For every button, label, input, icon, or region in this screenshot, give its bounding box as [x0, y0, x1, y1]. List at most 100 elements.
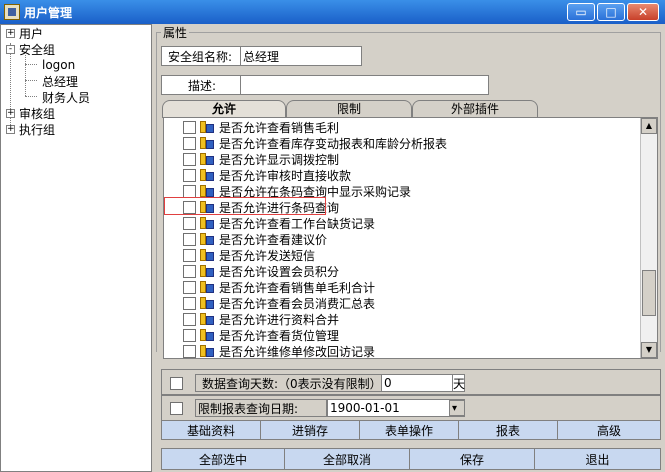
- scroll-up-button[interactable]: ▲: [641, 118, 657, 134]
- date-value: 1900-01-01: [330, 401, 400, 415]
- permission-label: 是否允许查看销售毛利: [219, 120, 340, 135]
- permission-label: 是否允许查看建议价: [219, 232, 328, 247]
- date-input[interactable]: 1900-01-01: [327, 399, 465, 417]
- tree-node-label: 财务人员: [42, 90, 91, 105]
- permission-icon: [198, 344, 216, 358]
- permission-label: 是否允许查看销售单毛利合计: [219, 280, 376, 295]
- permission-checkbox[interactable]: [183, 280, 196, 294]
- tree-node-finance-staff[interactable]: 财务人员: [42, 89, 90, 105]
- expand-icon[interactable]: +: [6, 124, 15, 134]
- permission-checkbox[interactable]: [183, 264, 196, 278]
- tree-node-label: 审核组: [19, 106, 56, 121]
- permission-checkbox[interactable]: [183, 232, 196, 246]
- selected-row-highlight: [164, 197, 326, 215]
- days-limit-checkbox[interactable]: [170, 377, 183, 390]
- permission-icon: [198, 232, 216, 246]
- permission-tabs: 允许 限制 外部插件: [162, 100, 660, 118]
- tree-node-logon[interactable]: logon: [42, 57, 75, 73]
- permission-label: 是否允许查看库存变动报表和库龄分析报表: [219, 136, 448, 151]
- permission-label: 是否允许设置会员积分: [219, 264, 340, 279]
- permission-icon: [198, 296, 216, 310]
- permission-item[interactable]: 是否允许查看库存变动报表和库龄分析报表: [183, 135, 447, 151]
- permission-item[interactable]: 是否允许查看会员消费汇总表: [183, 295, 375, 311]
- permission-label: 是否允许查看工作台缺货记录: [219, 216, 376, 231]
- expand-icon[interactable]: +: [6, 28, 15, 38]
- permission-icon: [198, 280, 216, 294]
- scroll-thumb[interactable]: [642, 270, 656, 316]
- tree-node-general-manager[interactable]: 总经理: [42, 73, 78, 89]
- collapse-icon[interactable]: -: [6, 44, 15, 54]
- permission-checkbox[interactable]: [183, 216, 196, 230]
- permission-list[interactable]: 是否允许查看销售毛利 是否允许查看库存变动报表和库龄分析报表 是否允许显示调拨控制是…: [163, 117, 658, 359]
- permission-checkbox[interactable]: [183, 152, 196, 166]
- permission-label: 是否允许审核时直接收款: [219, 168, 352, 183]
- group-name-input[interactable]: 总经理: [240, 46, 362, 66]
- permission-checkbox[interactable]: [183, 120, 196, 134]
- permission-icon: [198, 312, 216, 326]
- permission-icon: [198, 328, 216, 342]
- list-scrollbar[interactable]: ▲ ▼: [640, 118, 657, 358]
- permission-checkbox[interactable]: [183, 248, 196, 262]
- close-button[interactable]: ✕: [627, 3, 659, 21]
- tree-node-exec-group[interactable]: + 执行组: [6, 121, 55, 137]
- description-input[interactable]: [240, 75, 489, 95]
- exit-button[interactable]: 退出: [534, 448, 661, 470]
- tree-node-label: 安全组: [19, 42, 56, 57]
- permission-checkbox[interactable]: [183, 328, 196, 342]
- permission-checkbox[interactable]: [183, 136, 196, 150]
- permission-icon: [198, 264, 216, 278]
- advanced-button[interactable]: 高级: [557, 420, 661, 440]
- days-label: 数据查询天数:（0表示没有限制）: [195, 374, 383, 392]
- permission-item[interactable]: 是否允许查看销售单毛利合计: [183, 279, 375, 295]
- permission-label: 是否允许查看客户返修过期短信提示: [219, 359, 411, 360]
- basic-data-button[interactable]: 基础资料: [161, 420, 261, 440]
- form-ops-button[interactable]: 表单操作: [359, 420, 459, 440]
- inventory-button[interactable]: 进销存: [260, 420, 360, 440]
- permission-checkbox[interactable]: [183, 344, 196, 358]
- date-label: 限制报表查询日期:: [195, 399, 327, 417]
- permission-item[interactable]: 是否允许查看建议价: [183, 231, 327, 247]
- permission-item[interactable]: 是否允许发送短信: [183, 247, 315, 263]
- permission-item[interactable]: 是否允许查看工作台缺货记录: [183, 215, 375, 231]
- days-input[interactable]: 0: [381, 374, 453, 392]
- app-icon: [4, 4, 20, 20]
- permission-label: 是否允许显示调拨控制: [219, 152, 340, 167]
- group-tree[interactable]: + 用户 - 安全组 logon 总经理 财务人员 + 审核组 + 执行组: [0, 24, 152, 472]
- permission-item[interactable]: 是否允许进行资料合并: [183, 311, 339, 327]
- tab-allow[interactable]: 允许: [162, 100, 286, 118]
- select-all-button[interactable]: 全部选中: [161, 448, 285, 470]
- tree-node-security-groups[interactable]: - 安全组: [6, 41, 55, 57]
- permission-checkbox[interactable]: [183, 184, 196, 198]
- permission-item[interactable]: 是否允许审核时直接收款: [183, 167, 351, 183]
- date-limit-checkbox[interactable]: [170, 402, 183, 415]
- permission-label: 是否允许进行资料合并: [219, 312, 340, 327]
- save-button[interactable]: 保存: [409, 448, 535, 470]
- permission-item[interactable]: 是否允许设置会员积分: [183, 263, 339, 279]
- tab-restrict[interactable]: 限制: [286, 100, 412, 118]
- tree-node-review-group[interactable]: + 审核组: [6, 105, 55, 121]
- dropdown-arrow-icon[interactable]: ▾: [449, 400, 465, 416]
- permission-item[interactable]: 是否允许显示调拨控制: [183, 151, 339, 167]
- permission-checkbox[interactable]: [183, 168, 196, 182]
- permission-checkbox[interactable]: [183, 296, 196, 310]
- tree-node-label: logon: [42, 58, 76, 72]
- permission-item[interactable]: 是否允许维修单修改回访记录: [183, 343, 375, 358]
- permission-label: 是否允许发送短信: [219, 248, 316, 263]
- scroll-down-button[interactable]: ▼: [641, 342, 657, 358]
- minimize-button[interactable]: ▭: [567, 3, 595, 21]
- tree-node-users[interactable]: + 用户: [6, 25, 43, 41]
- deselect-all-button[interactable]: 全部取消: [284, 448, 410, 470]
- days-unit: 天: [452, 374, 465, 392]
- group-name-label: 安全组名称:: [161, 46, 241, 66]
- permission-item[interactable]: 是否允许查看销售毛利: [183, 119, 339, 135]
- maximize-button[interactable]: □: [597, 3, 625, 21]
- tab-plugins[interactable]: 外部插件: [412, 100, 538, 118]
- permission-icon: [198, 152, 216, 166]
- permission-item[interactable]: 是否允许查看货位管理: [183, 327, 339, 343]
- reports-button[interactable]: 报表: [458, 420, 558, 440]
- permission-icon: [198, 216, 216, 230]
- permission-checkbox[interactable]: [183, 312, 196, 326]
- permission-icon: [198, 136, 216, 150]
- title-bar: 用户管理 ▭ □ ✕: [0, 0, 665, 24]
- expand-icon[interactable]: +: [6, 108, 15, 118]
